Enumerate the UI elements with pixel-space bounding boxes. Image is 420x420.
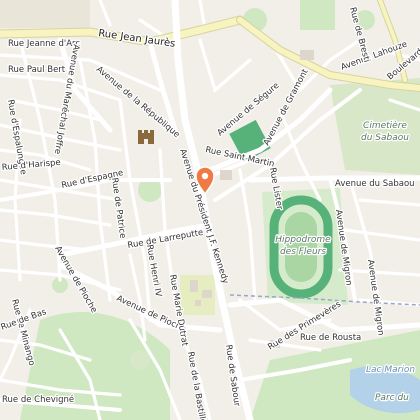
- label-rue-paul-bert: Rue Paul Bert: [8, 65, 66, 75]
- label-lake: Lac Marion: [366, 365, 415, 375]
- label-cemetery-line2: du Sabaou: [361, 133, 409, 143]
- label-hippodrome-line2: des Fleurs: [280, 247, 326, 257]
- label-avenue-du-sabaou: Avenue du Sabaou: [335, 179, 415, 189]
- label-cemetery-line1: Cimetière: [363, 120, 407, 131]
- label-rue-de-chevigne: Rue de Chevigné: [2, 394, 74, 405]
- label-rue-de-rousta: Rue de Rousta: [300, 333, 361, 343]
- map-canvas[interactable]: Rue Jean Jaurès Rue Jeanne d'Arc Rue Pau…: [0, 0, 420, 420]
- label-rue-jeanne-d-arc: Rue Jeanne d'Arc: [8, 39, 80, 49]
- label-park: Parc du: [375, 393, 409, 403]
- label-hippodrome-line1: Hippodrome: [275, 235, 331, 245]
- map-view[interactable]: Rue Jean Jaurès Rue Jeanne d'Arc Rue Pau…: [0, 0, 420, 420]
- castle-icon[interactable]: [138, 130, 154, 144]
